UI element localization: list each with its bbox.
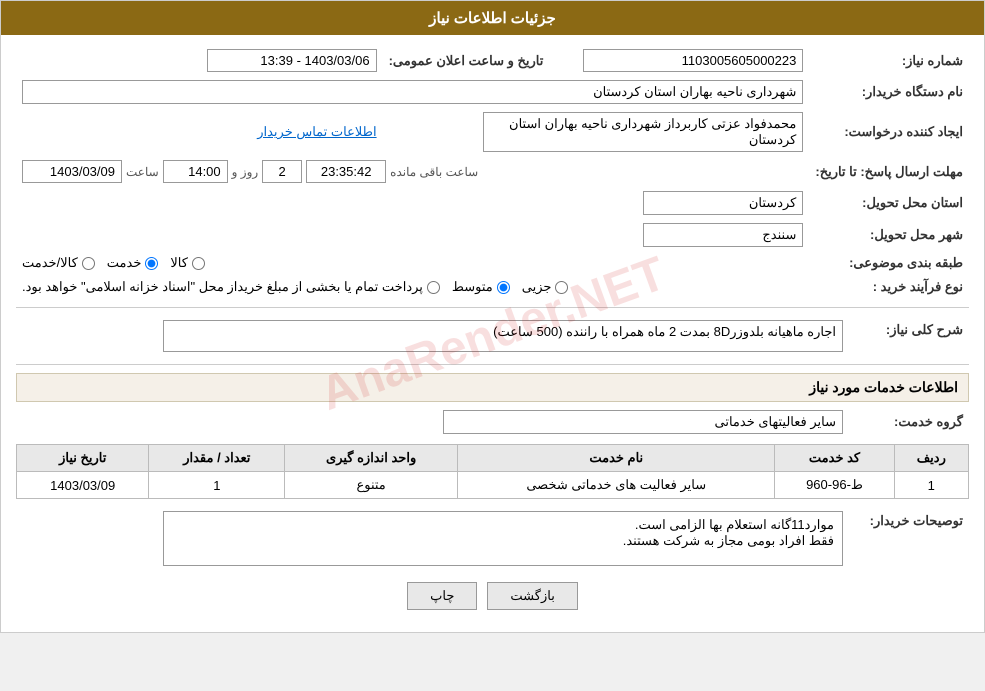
cell-unit: متنوع <box>285 472 458 499</box>
purchase-other[interactable]: پرداخت تمام یا بخشی از مبلغ خریداز محل "… <box>22 279 440 295</box>
buyer-org-value: شهرداری ناحیه بهاران استان کردستان <box>16 76 809 108</box>
need-number-field: 1103005605000223 <box>583 49 803 72</box>
purchase-other-radio[interactable] <box>427 281 440 294</box>
creator-value: محمدفواد عزتی کاربرداز شهرداری ناحیه بها… <box>383 108 810 156</box>
announcement-field: 1403/03/06 - 13:39 <box>207 49 377 72</box>
announcement-value: 1403/03/06 - 13:39 <box>16 45 383 76</box>
info-table: شماره نیاز: 1103005605000223 تاریخ و ساع… <box>16 45 969 299</box>
province-field: کردستان <box>643 191 803 215</box>
buyer-desc-label: توصیحات خریدار: <box>849 507 969 570</box>
cell-row-num: 1 <box>894 472 968 499</box>
category-kala-khadamat-label: کالا/خدمت <box>22 255 78 271</box>
col-unit: واحد اندازه گیری <box>285 445 458 472</box>
need-number-label: شماره نیاز: <box>809 45 969 76</box>
category-khadamat[interactable]: خدمت <box>107 255 159 271</box>
deadline-days-field: 2 <box>262 160 302 183</box>
category-label: طبقه بندی موضوعی: <box>809 251 969 275</box>
buyer-org-label: نام دستگاه خریدار: <box>809 76 969 108</box>
col-quantity: تعداد / مقدار <box>149 445 285 472</box>
purchase-mottaset[interactable]: متوسط <box>452 279 510 295</box>
city-field: سنندج <box>643 223 803 247</box>
announcement-label: تاریخ و ساعت اعلان عمومی: <box>383 45 550 76</box>
buttons-row: بازگشت چاپ <box>16 582 969 610</box>
category-kala-khadamat-radio[interactable] <box>82 257 95 270</box>
deadline-day-label: روز و <box>232 165 259 179</box>
category-khadamat-radio[interactable] <box>145 257 158 270</box>
need-number-value: 1103005605000223 <box>549 45 809 76</box>
services-data-table: ردیف کد خدمت نام خدمت واحد اندازه گیری ت… <box>16 444 969 499</box>
category-kala-radio[interactable] <box>192 257 205 270</box>
contact-link-cell: اطلاعات تماس خریدار <box>16 108 383 156</box>
deadline-date-field: 1403/03/09 <box>22 160 122 183</box>
col-row-num: ردیف <box>894 445 968 472</box>
cell-quantity: 1 <box>149 472 285 499</box>
creator-field: محمدفواد عزتی کاربرداز شهرداری ناحیه بها… <box>483 112 803 152</box>
city-label: شهر محل تحویل: <box>809 219 969 251</box>
print-button[interactable]: چاپ <box>407 582 477 610</box>
buyer-desc-field: موارد11گانه استعلام بها الزامی است.فقط ا… <box>163 511 843 566</box>
page-title: جزئیات اطلاعات نیاز <box>1 1 984 35</box>
category-khadamat-label: خدمت <box>107 255 142 271</box>
purchase-mottaset-label: متوسط <box>452 279 493 295</box>
cell-service-name: سایر فعالیت های خدماتی شخصی <box>458 472 775 499</box>
creator-label: ایجاد کننده درخواست: <box>809 108 969 156</box>
purchase-jozi[interactable]: جزیی <box>522 279 569 295</box>
deadline-time-label: ساعت <box>126 165 159 179</box>
city-value: سنندج <box>16 219 809 251</box>
category-kala-khadamat[interactable]: کالا/خدمت <box>22 255 95 271</box>
purchase-mottaset-radio[interactable] <box>497 281 510 294</box>
cell-service-code: ط-96-960 <box>775 472 894 499</box>
divider-1 <box>16 307 969 308</box>
category-options: کالا/خدمت خدمت کالا <box>16 251 809 275</box>
deadline-row: 1403/03/09 ساعت 14:00 روز و 2 23:35:42 س… <box>16 156 809 187</box>
buyer-desc-table: توصیحات خریدار: موارد11گانه استعلام بها … <box>16 507 969 570</box>
content-area: AnaRender.NET شماره نیاز: 11030056050002… <box>1 35 984 632</box>
purchase-other-label: پرداخت تمام یا بخشی از مبلغ خریداز محل "… <box>22 279 423 295</box>
purchase-type-label: نوع فرآیند خرید : <box>809 275 969 299</box>
deadline-time-field: 14:00 <box>163 160 228 183</box>
col-service-code: کد خدمت <box>775 445 894 472</box>
need-desc-table: شرح کلی نیاز: اجاره ماهیانه بلدوزر8D بمد… <box>16 316 969 356</box>
need-desc-label: شرح کلی نیاز: <box>849 316 969 356</box>
purchase-jozi-radio[interactable] <box>555 281 568 294</box>
province-value: کردستان <box>16 187 809 219</box>
divider-2 <box>16 364 969 365</box>
services-section-title: اطلاعات خدمات مورد نیاز <box>16 373 969 402</box>
deadline-label: مهلت ارسال پاسخ: تا تاریخ: <box>809 156 969 187</box>
purchase-type-options: پرداخت تمام یا بخشی از مبلغ خریداز محل "… <box>16 275 809 299</box>
back-button[interactable]: بازگشت <box>487 582 577 610</box>
deadline-remaining-field: 23:35:42 <box>306 160 386 183</box>
service-group-label: گروه خدمت: <box>849 406 969 438</box>
category-kala[interactable]: کالا <box>170 255 205 271</box>
col-date: تاریخ نیاز <box>17 445 149 472</box>
category-kala-label: کالا <box>170 255 188 271</box>
page-wrapper: جزئیات اطلاعات نیاز AnaRender.NET شماره … <box>0 0 985 633</box>
service-group-table: گروه خدمت: سایر فعالیتهای خدماتی <box>16 406 969 438</box>
table-row: 1 ط-96-960 سایر فعالیت های خدماتی شخصی م… <box>17 472 969 499</box>
need-desc-field: اجاره ماهیانه بلدوزر8D بمدت 2 ماه همراه … <box>163 320 843 352</box>
service-group-value: سایر فعالیتهای خدماتی <box>16 406 849 438</box>
purchase-jozi-label: جزیی <box>522 279 552 295</box>
need-desc-value: اجاره ماهیانه بلدوزر8D بمدت 2 ماه همراه … <box>16 316 849 356</box>
province-label: استان محل تحویل: <box>809 187 969 219</box>
col-service-name: نام خدمت <box>458 445 775 472</box>
contact-link[interactable]: اطلاعات تماس خریدار <box>257 124 376 139</box>
cell-date: 1403/03/09 <box>17 472 149 499</box>
buyer-desc-value: موارد11گانه استعلام بها الزامی است.فقط ا… <box>16 507 849 570</box>
service-group-field: سایر فعالیتهای خدماتی <box>443 410 843 434</box>
deadline-remaining-label: ساعت باقی مانده <box>390 165 478 179</box>
buyer-org-field: شهرداری ناحیه بهاران استان کردستان <box>22 80 803 104</box>
